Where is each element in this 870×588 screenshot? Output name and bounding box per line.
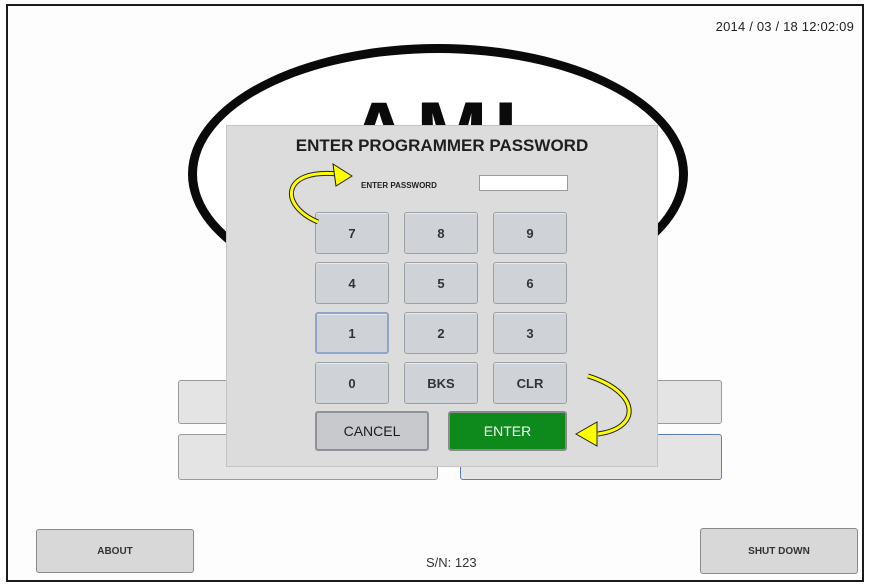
key-6[interactable]: 6 — [493, 262, 567, 304]
datetime-display: 2014 / 03 / 18 12:02:09 — [715, 19, 854, 34]
key-4[interactable]: 4 — [315, 262, 389, 304]
password-field[interactable] — [479, 175, 568, 191]
password-label: ENTER PASSWORD — [361, 181, 437, 190]
key-7[interactable]: 7 — [315, 212, 389, 254]
key-8[interactable]: 8 — [404, 212, 478, 254]
key-9[interactable]: 9 — [493, 212, 567, 254]
key-5[interactable]: 5 — [404, 262, 478, 304]
enter-button[interactable]: ENTER — [448, 411, 567, 451]
key-2[interactable]: 2 — [404, 312, 478, 354]
cancel-button[interactable]: CANCEL — [315, 411, 429, 451]
dialog-title: ENTER PROGRAMMER PASSWORD — [295, 136, 589, 155]
about-button[interactable]: ABOUT — [36, 529, 194, 573]
key-3[interactable]: 3 — [493, 312, 567, 354]
key-1[interactable]: 1 — [315, 312, 389, 354]
shutdown-button[interactable]: SHUT DOWN — [700, 528, 858, 574]
serial-number: S/N: 123 — [426, 555, 477, 570]
key-backspace[interactable]: BKS — [404, 362, 478, 404]
key-clear[interactable]: CLR — [493, 362, 567, 404]
password-dialog: ENTER PROGRAMMER PASSWORD ENTER PASSWORD… — [226, 125, 658, 467]
key-0[interactable]: 0 — [315, 362, 389, 404]
